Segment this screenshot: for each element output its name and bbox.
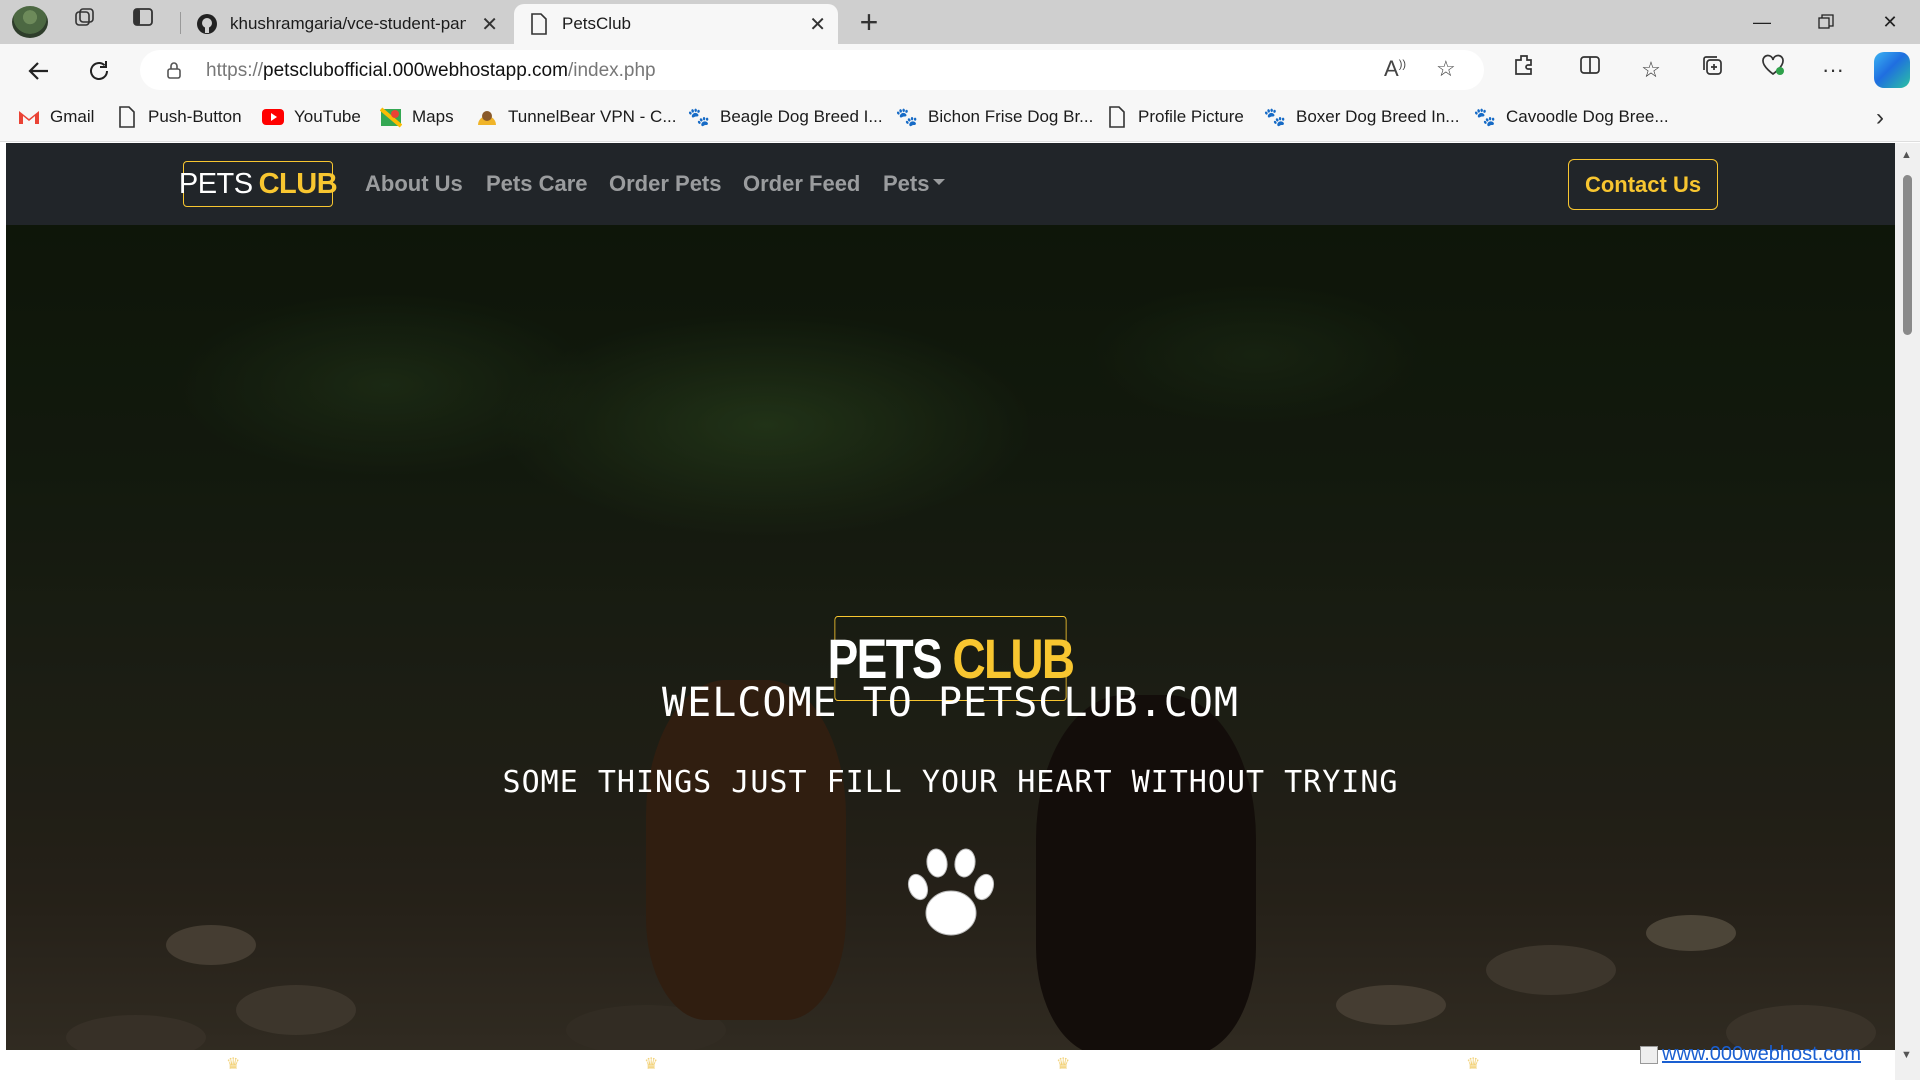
paw-icon — [906, 845, 996, 941]
bookmark-bichon[interactable]: 🐾 Bichon Frise Dog Br... — [895, 106, 1094, 128]
url-protocol: https:// — [206, 60, 264, 81]
page-icon — [1106, 106, 1128, 128]
vertical-tabs-icon[interactable] — [126, 6, 160, 38]
profile-avatar[interactable] — [12, 6, 48, 38]
bookmark-maps[interactable]: Maps — [380, 106, 454, 128]
bookmark-label: Cavoodle Dog Bree... — [1506, 107, 1669, 126]
new-tab-button[interactable]: + — [852, 4, 886, 40]
webhost-link-label: www.000webhost.com — [1662, 1043, 1861, 1065]
hero-subtitle: SOME THINGS JUST FILL YOUR HEART WITHOUT… — [502, 765, 1399, 800]
copilot-icon[interactable] — [1874, 52, 1910, 88]
brand-part2: CLUB — [258, 167, 338, 200]
github-icon — [196, 13, 218, 35]
bookmark-beagle[interactable]: 🐾 Beagle Dog Breed I... — [688, 106, 883, 128]
nav-order-pets[interactable]: Order Pets — [609, 171, 722, 197]
reload-button[interactable] — [80, 52, 118, 90]
page-scrollbar[interactable]: ▲ ▼ — [1895, 143, 1920, 1080]
tab-github[interactable]: khushramgaria/vce-student-panel ✕ — [192, 4, 510, 44]
scroll-down-icon[interactable]: ▼ — [1901, 1049, 1912, 1061]
site-navbar: PETS CLUB About Us Pets Care Order Pets … — [6, 143, 1895, 225]
read-aloud-icon[interactable]: A)) — [1384, 56, 1406, 82]
crown-icon: ♛ — [1466, 1056, 1481, 1073]
browser-essentials-icon[interactable] — [1756, 53, 1790, 87]
extensions-icon[interactable] — [1507, 53, 1541, 87]
bookmark-label: Beagle Dog Breed I... — [720, 107, 883, 126]
page-icon — [116, 106, 138, 128]
split-screen-icon[interactable] — [1573, 53, 1607, 87]
bookmark-profile-picture[interactable]: Profile Picture — [1106, 106, 1244, 128]
browser-tab-bar: khushramgaria/vce-student-panel ✕ PetsCl… — [0, 0, 1920, 44]
back-button[interactable] — [20, 52, 58, 90]
address-bar[interactable]: https://petsclubofficial.000webhostapp.c… — [140, 50, 1484, 90]
maps-icon — [380, 106, 402, 128]
favorite-star-icon[interactable]: ☆ — [1436, 56, 1456, 82]
collections-icon[interactable] — [1695, 53, 1729, 87]
minimize-button[interactable]: — — [1732, 4, 1792, 40]
bookmark-tunnelbear[interactable]: TunnelBear VPN - C... — [476, 106, 677, 128]
restore-button[interactable] — [1796, 4, 1856, 40]
hero-section: PETS CLUB WELCOME TO PETSCLUB.COM SOME T… — [6, 225, 1895, 1050]
bookmark-gmail[interactable]: Gmail — [18, 106, 94, 128]
tunnelbear-icon — [476, 106, 498, 128]
bookmark-push-button[interactable]: Push-Button — [116, 106, 242, 128]
caret-down-icon — [933, 179, 946, 186]
lock-icon[interactable] — [164, 60, 184, 80]
paw-icon: 🐾 — [1263, 106, 1287, 127]
bookmark-label: Profile Picture — [1138, 107, 1244, 126]
bookmark-label: YouTube — [294, 107, 361, 126]
more-options-icon[interactable]: ··· — [1816, 53, 1850, 87]
tab-separator — [180, 12, 181, 34]
youtube-icon — [262, 106, 284, 128]
close-icon[interactable]: ✕ — [481, 12, 498, 37]
close-window-button[interactable]: ✕ — [1860, 4, 1920, 40]
bookmark-boxer[interactable]: 🐾 Boxer Dog Breed In... — [1263, 106, 1460, 128]
address-toolbar: https://petsclubofficial.000webhostapp.c… — [0, 44, 1920, 96]
hosting-banner-strip: ♛ ♛ ♛ ♛ — [6, 1050, 1895, 1080]
paw-icon: 🐾 — [1473, 106, 1497, 127]
bookmark-label: Bichon Frise Dog Br... — [928, 107, 1094, 126]
nav-about-us[interactable]: About Us — [365, 171, 463, 197]
crown-icon: ♛ — [1056, 1056, 1071, 1073]
page-icon — [528, 13, 550, 35]
url-text[interactable]: https://petsclubofficial.000webhostapp.c… — [206, 60, 656, 82]
chevron-right-icon[interactable]: › — [1876, 104, 1884, 132]
site-brand-logo[interactable]: PETS CLUB — [179, 161, 338, 207]
broken-image-icon — [1640, 1045, 1658, 1064]
paw-icon: 🐾 — [687, 106, 711, 127]
bookmark-label: Boxer Dog Breed In... — [1296, 107, 1460, 126]
tab-title: khushramgaria/vce-student-panel — [230, 14, 466, 33]
tab-petsclub[interactable]: PetsClub ✕ — [514, 4, 838, 44]
nav-pets-label: Pets — [883, 171, 930, 196]
webhost-link[interactable]: www.000webhost.com — [1640, 1043, 1861, 1066]
crown-icon: ♛ — [226, 1056, 241, 1073]
bookmark-label: Push-Button — [148, 107, 242, 126]
url-host: petsclubofficial.000webhostapp.com — [263, 60, 568, 81]
favorites-icon[interactable]: ☆ — [1634, 53, 1668, 87]
gmail-icon — [18, 106, 40, 128]
scroll-up-icon[interactable]: ▲ — [1901, 149, 1912, 161]
nav-pets-care[interactable]: Pets Care — [486, 171, 588, 197]
bookmark-cavoodle[interactable]: 🐾 Cavoodle Dog Bree... — [1474, 106, 1669, 128]
page-viewport: PETS CLUB About Us Pets Care Order Pets … — [6, 143, 1895, 1050]
url-path: /index.php — [567, 60, 656, 81]
tab-title: PetsClub — [562, 14, 631, 33]
hero-title: WELCOME TO PETSCLUB.COM — [662, 680, 1239, 726]
close-icon[interactable]: ✕ — [809, 12, 826, 37]
workspaces-icon[interactable] — [68, 6, 102, 38]
brand-part1: PETS — [178, 167, 253, 200]
nav-pets-dropdown[interactable]: Pets — [883, 171, 946, 197]
bookmark-youtube[interactable]: YouTube — [262, 106, 361, 128]
paw-icon: 🐾 — [895, 106, 919, 127]
contact-us-button[interactable]: Contact Us — [1568, 159, 1718, 210]
crown-icon: ♛ — [644, 1056, 659, 1073]
bookmark-label: TunnelBear VPN - C... — [508, 107, 677, 126]
scrollbar-thumb[interactable] — [1903, 175, 1912, 335]
bookmarks-bar: Gmail Push-Button YouTube Maps TunnelBea… — [0, 96, 1920, 142]
bookmark-label: Maps — [412, 107, 454, 126]
bookmark-label: Gmail — [50, 107, 95, 126]
nav-order-feed[interactable]: Order Feed — [743, 171, 860, 197]
